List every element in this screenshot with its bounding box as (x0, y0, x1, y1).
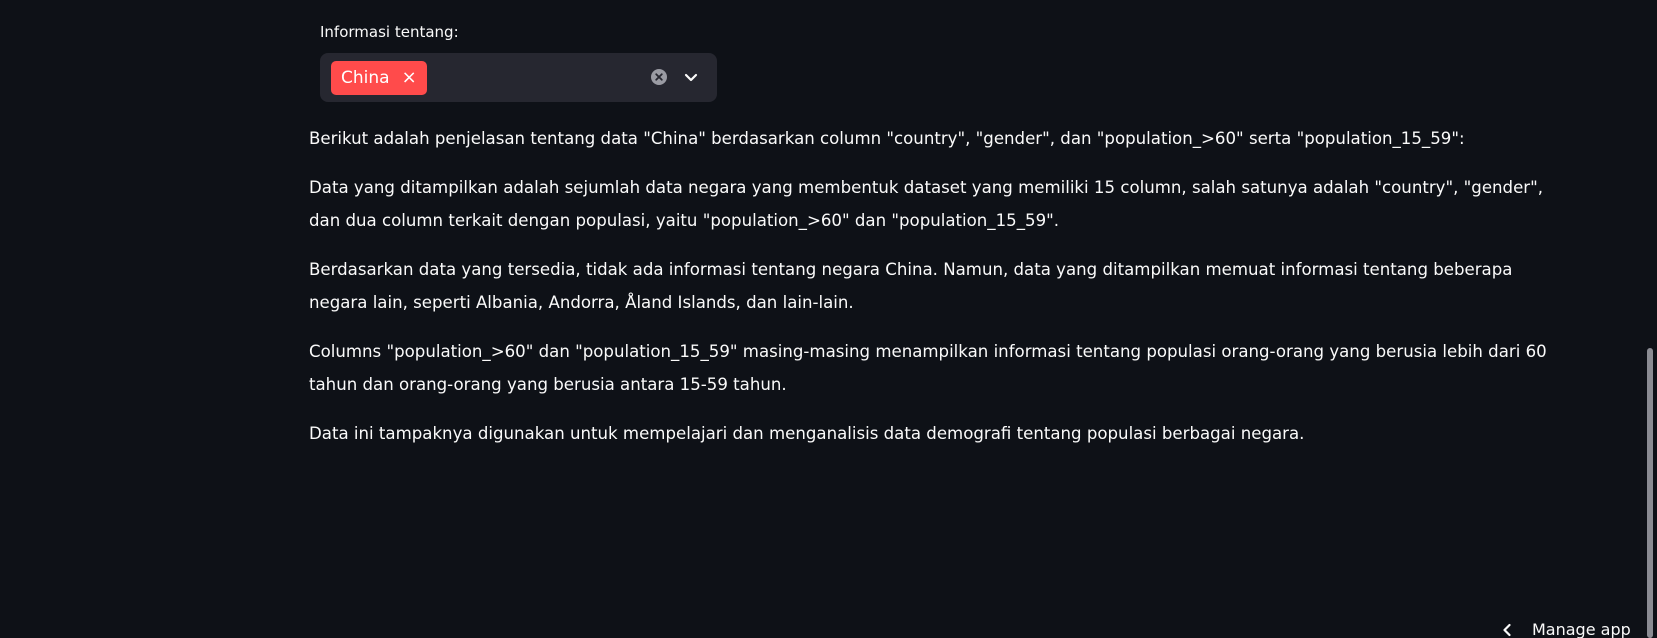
paragraph: Data ini tampaknya digunakan untuk mempe… (309, 424, 1305, 443)
selected-tag-label: China (341, 68, 390, 88)
paragraph: Berikut adalah penjelasan tentang data "… (309, 129, 1465, 148)
paragraph: Berdasarkan data yang tersedia, tidak ad… (309, 260, 1513, 312)
selected-tag: China × (331, 61, 427, 95)
paragraph: Columns "population_>60" dan "population… (309, 342, 1547, 394)
manage-app-button[interactable]: Manage app (1500, 620, 1631, 638)
country-multiselect[interactable]: China × (320, 53, 717, 102)
chevron-down-icon[interactable] (682, 68, 700, 86)
clear-selection-icon[interactable] (651, 69, 667, 85)
select-label: Informasi tentang: (320, 23, 459, 41)
paragraph: Data yang ditampilkan adalah sejumlah da… (309, 178, 1544, 230)
vertical-scrollbar[interactable] (1647, 348, 1653, 638)
app-page: Informasi tentang: China × Berikut adala… (0, 0, 1657, 638)
manage-app-label: Manage app (1532, 620, 1631, 638)
response-text: Berikut adalah penjelasan tentang data "… (309, 122, 1559, 466)
tag-remove-icon[interactable]: × (402, 69, 417, 87)
chevron-left-icon (1503, 623, 1511, 636)
